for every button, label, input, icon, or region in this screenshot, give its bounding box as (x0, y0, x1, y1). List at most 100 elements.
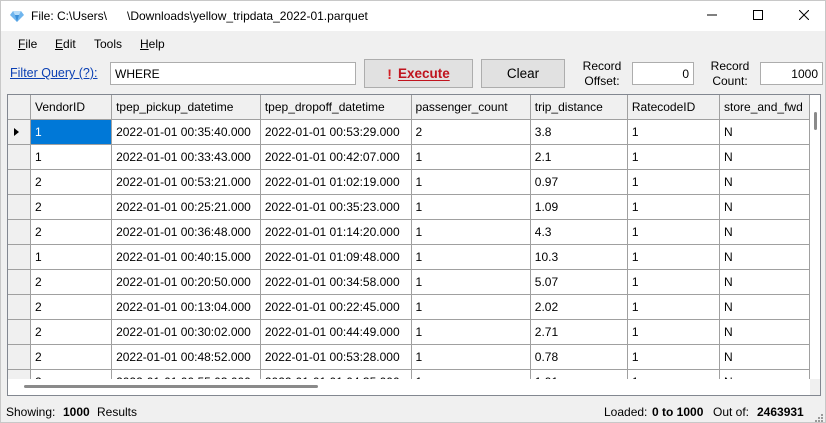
vertical-scroll-thumb[interactable] (814, 112, 817, 130)
table-cell[interactable]: 1 (627, 219, 721, 245)
row-header[interactable] (8, 319, 32, 345)
table-cell[interactable]: 2022-01-01 01:14:20.000 (260, 219, 412, 245)
table-cell[interactable]: N (719, 119, 810, 145)
table-row[interactable]: 1 2022-01-01 00:40:15.000 2022-01-01 01:09… (8, 244, 810, 270)
column-header[interactable]: RatecodeID (627, 95, 721, 120)
table-cell[interactable]: 2 (30, 369, 113, 379)
table-cell[interactable]: 1 (627, 369, 721, 379)
data-grid[interactable]: VendorID tpep_pickup_datetime tpep_dropoff… (7, 94, 821, 396)
table-row[interactable]: 2 2022-01-01 00:25:21.000 2022-01-01 00:35… (8, 194, 810, 220)
table-cell[interactable]: 1 (411, 194, 531, 220)
filter-query-input[interactable] (110, 62, 356, 85)
record-count-input[interactable] (760, 62, 823, 85)
table-cell[interactable]: 5.07 (530, 269, 628, 295)
table-cell[interactable]: 2 (30, 194, 113, 220)
horizontal-scrollbar[interactable] (8, 379, 810, 395)
table-row[interactable]: 2 2022-01-01 00:30:02.000 2022-01-01 00:44… (8, 319, 810, 345)
table-cell[interactable]: 1 (411, 319, 531, 345)
table-cell[interactable]: 2 (30, 169, 113, 195)
table-row[interactable]: 2 2022-01-01 00:13:04.000 2022-01-01 00:22… (8, 294, 810, 320)
table-cell[interactable]: 3.8 (530, 119, 628, 145)
table-cell[interactable]: 1.91 (530, 369, 628, 379)
table-cell[interactable]: 1 (627, 144, 721, 170)
table-cell[interactable]: 2022-01-01 00:35:40.000 (111, 119, 261, 145)
table-cell[interactable]: 2022-01-01 00:35:23.000 (260, 194, 412, 220)
table-cell[interactable]: N (719, 144, 810, 170)
minimize-button[interactable] (689, 1, 735, 31)
table-cell[interactable]: 1 (627, 344, 721, 370)
table-cell[interactable]: 2022-01-01 00:40:15.000 (111, 244, 261, 270)
table-cell[interactable]: 1 (411, 344, 531, 370)
table-cell[interactable]: 2022-01-01 00:34:58.000 (260, 269, 412, 295)
table-cell[interactable]: 1 (627, 119, 721, 145)
table-cell[interactable]: 1 (30, 144, 113, 170)
table-cell[interactable]: 2022-01-01 00:42:07.000 (260, 144, 412, 170)
close-button[interactable] (781, 1, 826, 31)
menu-file[interactable]: File (18, 37, 37, 51)
table-cell[interactable]: 1 (627, 169, 721, 195)
column-header[interactable]: trip_distance (530, 95, 628, 120)
table-row[interactable]: 1 2022-01-01 00:33:43.000 2022-01-01 00:42… (8, 144, 810, 170)
table-cell[interactable]: 2 (411, 119, 531, 145)
table-cell[interactable]: 1 (411, 169, 531, 195)
table-cell[interactable]: N (719, 344, 810, 370)
column-header[interactable]: passenger_count (411, 95, 531, 120)
column-header[interactable]: store_and_fwd (719, 95, 810, 120)
table-cell[interactable]: 1 (30, 119, 113, 145)
table-cell[interactable]: N (719, 244, 810, 270)
table-row[interactable]: 2 2022-01-01 00:36:48.000 2022-01-01 01:14… (8, 219, 810, 245)
table-cell[interactable]: 2022-01-01 00:36:48.000 (111, 219, 261, 245)
table-cell[interactable]: 2022-01-01 00:44:49.000 (260, 319, 412, 345)
table-cell[interactable]: 2022-01-01 00:53:29.000 (260, 119, 412, 145)
table-cell[interactable]: 1 (627, 319, 721, 345)
row-header[interactable] (8, 269, 32, 295)
table-cell[interactable]: 2022-01-01 00:30:02.000 (111, 319, 261, 345)
table-cell[interactable]: 1 (627, 244, 721, 270)
table-cell[interactable]: 2.02 (530, 294, 628, 320)
table-cell[interactable]: 1.09 (530, 194, 628, 220)
record-offset-input[interactable] (632, 62, 694, 85)
resize-grip-icon[interactable] (813, 411, 823, 422)
execute-button[interactable]: ! Execute (364, 59, 473, 88)
table-cell[interactable]: 1 (411, 219, 531, 245)
menu-help[interactable]: Help (140, 37, 165, 51)
table-cell[interactable]: N (719, 294, 810, 320)
row-header[interactable] (8, 244, 32, 270)
table-cell[interactable]: 1 (30, 244, 113, 270)
row-header[interactable] (8, 144, 32, 170)
table-cell[interactable]: 2022-01-01 00:53:28.000 (260, 344, 412, 370)
column-header[interactable]: tpep_dropoff_datetime (260, 95, 412, 120)
column-header[interactable]: tpep_pickup_datetime (111, 95, 261, 120)
table-cell[interactable]: 2022-01-01 00:25:21.000 (111, 194, 261, 220)
row-header[interactable] (8, 219, 32, 245)
table-cell[interactable]: 1 (411, 144, 531, 170)
menu-edit[interactable]: Edit (55, 37, 76, 51)
row-header[interactable] (8, 194, 32, 220)
table-cell[interactable]: 2 (30, 344, 113, 370)
table-cell[interactable]: 1 (411, 269, 531, 295)
table-cell[interactable]: 2022-01-01 01:04:35.000 (260, 369, 412, 379)
table-cell[interactable]: 2022-01-01 01:09:48.000 (260, 244, 412, 270)
table-cell[interactable]: 1 (411, 294, 531, 320)
table-cell[interactable]: 1 (411, 244, 531, 270)
table-cell[interactable]: 2022-01-01 00:13:04.000 (111, 294, 261, 320)
row-header[interactable] (8, 344, 32, 370)
maximize-button[interactable] (735, 1, 781, 31)
table-cell[interactable]: 2 (30, 319, 113, 345)
table-cell[interactable]: 2022-01-01 01:02:19.000 (260, 169, 412, 195)
horizontal-scroll-thumb[interactable] (24, 385, 318, 388)
table-cell[interactable]: 1 (411, 369, 531, 379)
grid-corner[interactable] (8, 95, 32, 120)
table-cell[interactable]: 2022-01-01 00:48:52.000 (111, 344, 261, 370)
table-cell[interactable]: 2022-01-01 00:55:03.000 (111, 369, 261, 379)
clear-button[interactable]: Clear (481, 59, 565, 88)
row-header[interactable] (8, 294, 32, 320)
table-cell[interactable]: N (719, 369, 810, 379)
table-cell[interactable]: 2022-01-01 00:20:50.000 (111, 269, 261, 295)
table-row[interactable]: 2 2022-01-01 00:48:52.000 2022-01-01 00:53… (8, 344, 810, 370)
row-header[interactable] (8, 369, 32, 379)
vertical-scrollbar[interactable] (810, 95, 820, 379)
table-cell[interactable]: 0.78 (530, 344, 628, 370)
table-cell[interactable]: N (719, 169, 810, 195)
table-cell[interactable]: 2022-01-01 00:53:21.000 (111, 169, 261, 195)
